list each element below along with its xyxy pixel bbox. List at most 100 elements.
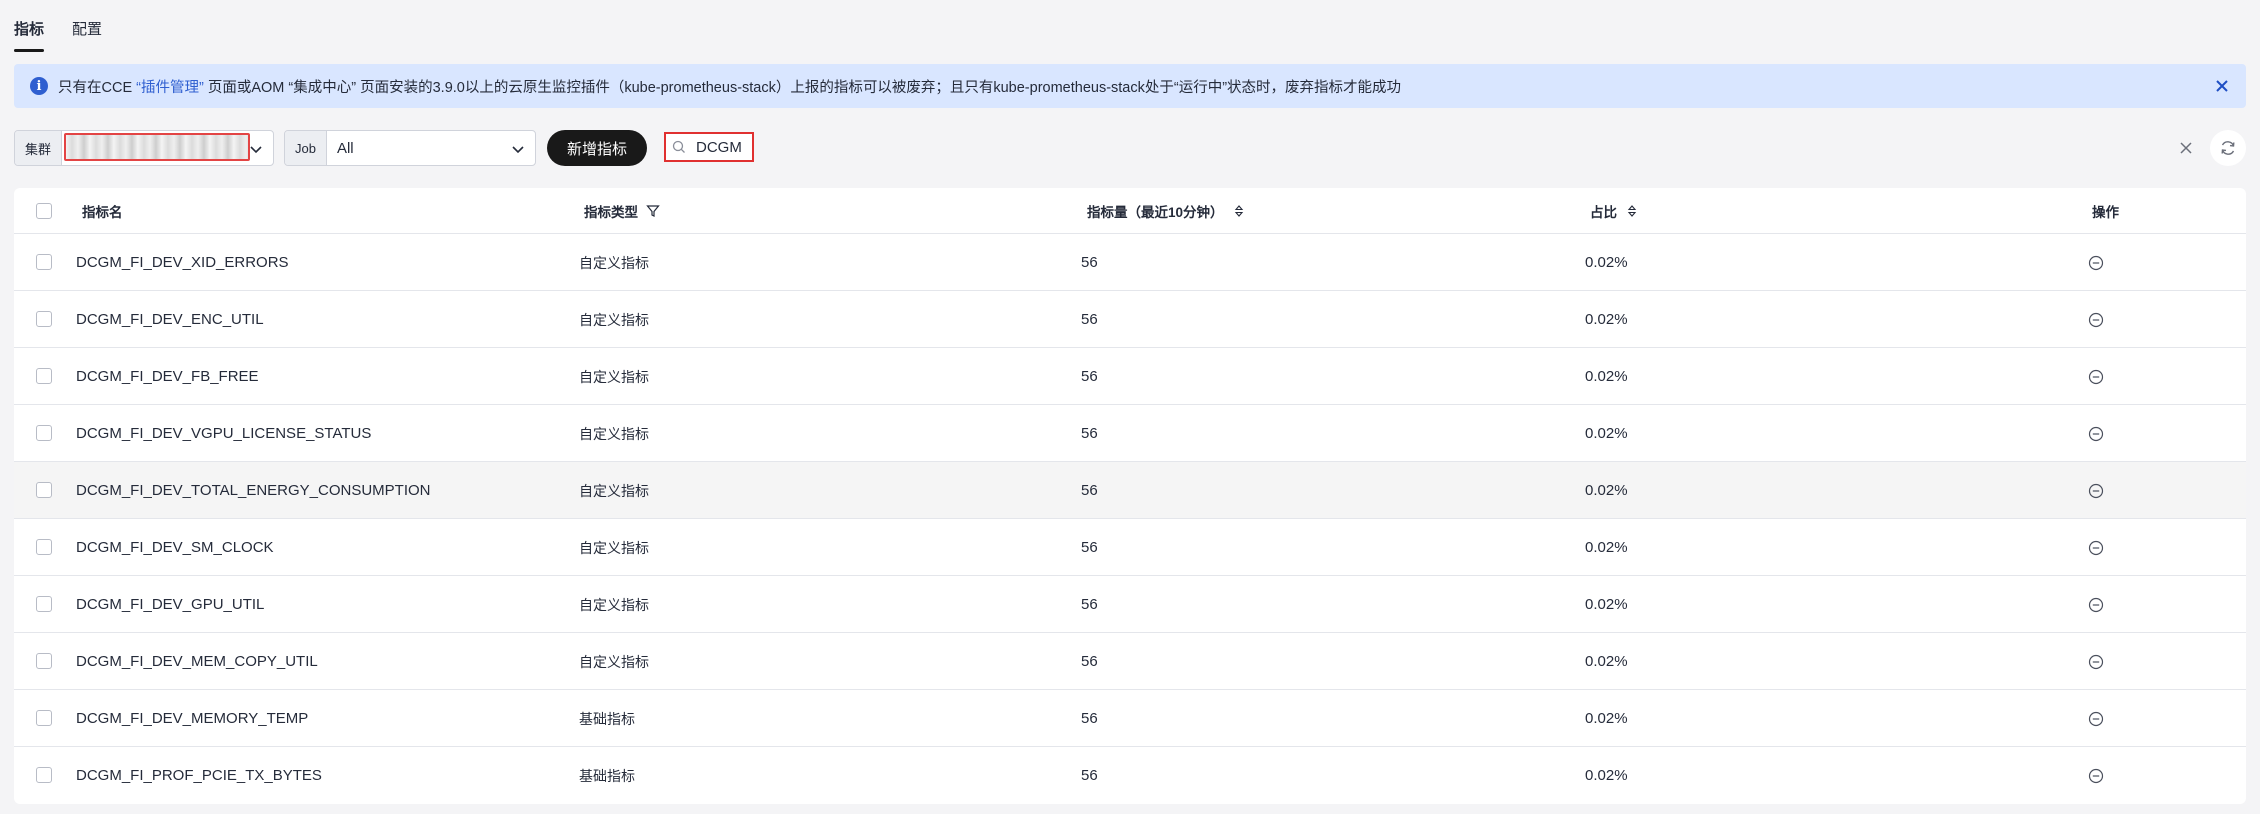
cluster-select[interactable]: 集群	[14, 130, 274, 166]
table-row[interactable]: DCGM_FI_DEV_MEMORY_TEMP 基础指标 56 0.02%	[14, 690, 2246, 747]
metric-type: 基础指标	[579, 710, 635, 727]
metric-name: DCGM_FI_DEV_TOTAL_ENERGY_CONSUMPTION	[76, 482, 431, 499]
toolbar: 集群 Job All 新增指标 DCGM	[14, 130, 2246, 166]
metric-type: 自定义指标	[579, 311, 649, 328]
discard-icon[interactable]	[2088, 597, 2104, 613]
row-checkbox[interactable]	[36, 368, 52, 384]
metric-volume: 56	[1081, 596, 1098, 613]
table-row[interactable]: DCGM_FI_DEV_GPU_UTIL 自定义指标 56 0.02%	[14, 576, 2246, 633]
action-cell	[2088, 462, 2104, 519]
table-row[interactable]: DCGM_FI_DEV_MEM_COPY_UTIL 自定义指标 56 0.02%	[14, 633, 2246, 690]
header-volume-label: 指标量（最近10分钟）	[1087, 205, 1224, 220]
action-cell	[2088, 747, 2104, 804]
action-cell	[2088, 690, 2104, 747]
select-all-checkbox[interactable]	[36, 203, 52, 219]
discard-icon[interactable]	[2088, 483, 2104, 499]
refresh-icon	[2221, 141, 2235, 155]
metric-ratio: 0.02%	[1585, 767, 1628, 784]
tab-bar: 指标 配置	[14, 18, 102, 52]
action-cell	[2088, 291, 2104, 348]
search-icon	[672, 140, 685, 153]
metric-name: DCGM_FI_DEV_MEM_COPY_UTIL	[76, 653, 318, 670]
metric-name: DCGM_FI_DEV_VGPU_LICENSE_STATUS	[76, 425, 372, 442]
discard-icon[interactable]	[2088, 654, 2104, 670]
table-row[interactable]: DCGM_FI_DEV_XID_ERRORS 自定义指标 56 0.02%	[14, 234, 2246, 291]
row-checkbox[interactable]	[36, 596, 52, 612]
header-type: 指标类型	[584, 188, 660, 234]
action-cell	[2088, 234, 2104, 291]
table-row[interactable]: DCGM_FI_DEV_FB_FREE 自定义指标 56 0.02%	[14, 348, 2246, 405]
metric-ratio: 0.02%	[1585, 425, 1628, 442]
metric-volume: 56	[1081, 767, 1098, 784]
table-row[interactable]: DCGM_FI_DEV_TOTAL_ENERGY_CONSUMPTION 自定义指…	[14, 462, 2246, 519]
refresh-button[interactable]	[2210, 130, 2246, 166]
action-cell	[2088, 405, 2104, 462]
metric-type: 自定义指标	[579, 482, 649, 499]
filter-icon[interactable]	[646, 204, 660, 218]
job-select[interactable]: Job All	[284, 130, 536, 166]
action-cell	[2088, 633, 2104, 690]
job-select-value[interactable]: All	[327, 131, 535, 165]
row-checkbox[interactable]	[36, 311, 52, 327]
discard-icon[interactable]	[2088, 711, 2104, 727]
header-name-label: 指标名	[82, 205, 123, 220]
clear-icon[interactable]	[2176, 138, 2196, 158]
close-icon[interactable]	[2212, 76, 2232, 96]
discard-icon[interactable]	[2088, 369, 2104, 385]
discard-icon[interactable]	[2088, 768, 2104, 784]
table-row[interactable]: DCGM_FI_DEV_VGPU_LICENSE_STATUS 自定义指标 56 0.…	[14, 405, 2246, 462]
metric-ratio: 0.02%	[1585, 368, 1628, 385]
header-action-label: 操作	[2092, 205, 2119, 220]
sort-icon[interactable]	[1232, 204, 1246, 218]
metric-ratio: 0.02%	[1585, 596, 1628, 613]
alert-text: 只有在CCE “插件管理” 页面或AOM “集成中心” 页面安装的3.9.0以上…	[58, 76, 1401, 97]
alert-text-part: 页面或AOM “集成中心” 页面安装的3.9.0以上的云原生监控插件（kube-…	[203, 79, 1402, 96]
row-checkbox[interactable]	[36, 539, 52, 555]
sort-icon[interactable]	[1625, 204, 1639, 218]
action-cell	[2088, 519, 2104, 576]
metric-ratio: 0.02%	[1585, 710, 1628, 727]
search-input[interactable]: DCGM	[664, 132, 754, 162]
plugin-management-link[interactable]: “插件管理”	[136, 80, 204, 96]
metric-volume: 56	[1081, 368, 1098, 385]
metric-type: 自定义指标	[579, 539, 649, 556]
chevron-down-icon	[512, 146, 524, 154]
info-alert: i 只有在CCE “插件管理” 页面或AOM “集成中心” 页面安装的3.9.0…	[14, 64, 2246, 108]
row-checkbox[interactable]	[36, 254, 52, 270]
table-row[interactable]: DCGM_FI_DEV_ENC_UTIL 自定义指标 56 0.02%	[14, 291, 2246, 348]
discard-icon[interactable]	[2088, 312, 2104, 328]
table-row[interactable]: DCGM_FI_DEV_SM_CLOCK 自定义指标 56 0.02%	[14, 519, 2246, 576]
metric-volume: 56	[1081, 254, 1098, 271]
metric-name: DCGM_FI_DEV_SM_CLOCK	[76, 539, 274, 556]
metric-ratio: 0.02%	[1585, 539, 1628, 556]
alert-text-part: 只有在CCE	[58, 79, 137, 96]
cluster-select-prefix: 集群	[15, 131, 63, 165]
chevron-down-icon	[250, 146, 262, 154]
table-body: DCGM_FI_DEV_XID_ERRORS 自定义指标 56 0.02% DCGM_F…	[14, 234, 2246, 804]
discard-icon[interactable]	[2088, 540, 2104, 556]
row-checkbox[interactable]	[36, 482, 52, 498]
cluster-select-value[interactable]	[62, 131, 273, 165]
metric-name: DCGM_FI_DEV_FB_FREE	[76, 368, 259, 385]
row-checkbox[interactable]	[36, 767, 52, 783]
metric-type: 自定义指标	[579, 653, 649, 670]
action-cell	[2088, 576, 2104, 633]
discard-icon[interactable]	[2088, 255, 2104, 271]
add-metric-button[interactable]: 新增指标	[547, 130, 647, 166]
row-checkbox[interactable]	[36, 710, 52, 726]
row-checkbox[interactable]	[36, 425, 52, 441]
table-row[interactable]: DCGM_FI_PROF_PCIE_TX_BYTES 基础指标 56 0.02%	[14, 747, 2246, 804]
tab-config[interactable]: 配置	[72, 18, 102, 52]
metric-name: DCGM_FI_DEV_XID_ERRORS	[76, 254, 289, 271]
header-action: 操作	[2092, 188, 2119, 234]
search-value: DCGM	[696, 138, 742, 156]
metric-name: DCGM_FI_DEV_MEMORY_TEMP	[76, 710, 309, 727]
metrics-table: 指标名 指标类型 指标量（最近10分钟） 占比 操作 DCGM_FI_DEV_X…	[14, 188, 2246, 804]
tab-metrics[interactable]: 指标	[14, 18, 45, 52]
discard-icon[interactable]	[2088, 426, 2104, 442]
metric-type: 自定义指标	[579, 254, 649, 271]
metric-ratio: 0.02%	[1585, 653, 1628, 670]
row-checkbox[interactable]	[36, 653, 52, 669]
header-type-label: 指标类型	[584, 205, 638, 220]
metric-ratio: 0.02%	[1585, 254, 1628, 271]
